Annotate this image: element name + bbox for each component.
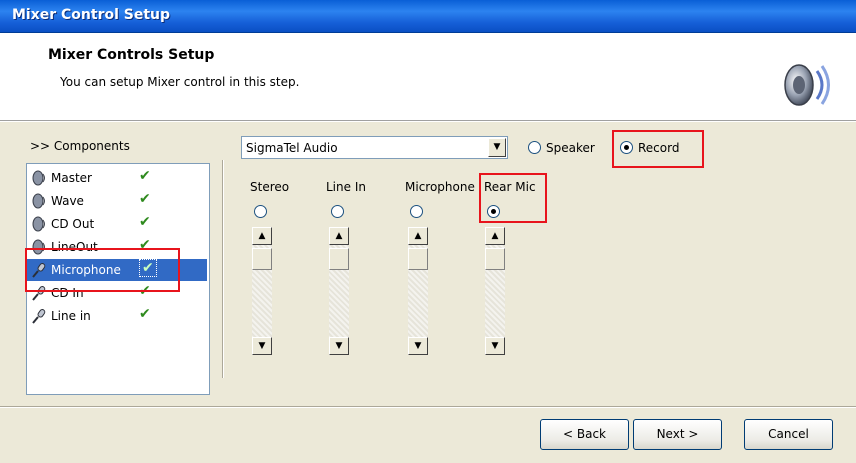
title-bar[interactable]: Mixer Control Setup	[0, 0, 856, 33]
chevron-down-icon[interactable]: ▼	[488, 138, 506, 157]
channel-label-line-in: Line In	[326, 180, 366, 194]
wizard-header: Mixer Controls Setup You can setup Mixer…	[0, 33, 856, 121]
cancel-button[interactable]: Cancel	[744, 419, 833, 450]
chevron-down-icon[interactable]: ▼	[408, 337, 428, 355]
speaker-icon	[32, 193, 45, 209]
slider-thumb[interactable]	[485, 248, 505, 270]
channel-label-stereo: Stereo	[250, 180, 290, 194]
highlight-box-microphone	[25, 248, 180, 292]
channel-radio-line-in[interactable]	[331, 205, 344, 218]
list-item-label: Line in	[51, 309, 91, 323]
speaker-icon	[32, 170, 45, 186]
speaker-radio[interactable]	[528, 141, 541, 154]
list-item-label: Wave	[51, 194, 84, 208]
chevron-down-icon[interactable]: ▼	[329, 337, 349, 355]
next-button[interactable]: Next >	[633, 419, 722, 450]
list-item-line-in[interactable]: Line in ✔	[27, 305, 207, 327]
channel-radio-stereo[interactable]	[254, 205, 267, 218]
chevron-up-icon[interactable]: ▲	[485, 227, 505, 245]
list-item-cd-out[interactable]: CD Out ✔	[27, 213, 207, 235]
slider-thumb[interactable]	[252, 248, 272, 270]
chevron-down-icon[interactable]: ▼	[252, 337, 272, 355]
list-item-label: CD Out	[51, 217, 95, 231]
volume-slider-microphone[interactable]: ▲ ▼	[408, 227, 428, 355]
slider-thumb[interactable]	[329, 248, 349, 270]
microphone-icon	[32, 309, 46, 324]
list-item-master[interactable]: Master ✔	[27, 167, 207, 189]
page-subtitle: You can setup Mixer control in this step…	[60, 75, 300, 89]
list-item-label: Master	[51, 171, 92, 185]
highlight-box-rear-mic	[479, 173, 547, 223]
speaker-icon	[784, 64, 830, 106]
chevron-down-icon[interactable]: ▼	[485, 337, 505, 355]
check-icon: ✔	[139, 191, 151, 207]
slider-thumb[interactable]	[408, 248, 428, 270]
check-icon: ✔	[139, 306, 151, 322]
device-select[interactable]: SigmaTel Audio ▼	[241, 136, 508, 159]
device-select-value: SigmaTel Audio	[246, 141, 338, 155]
volume-slider-stereo[interactable]: ▲ ▼	[252, 227, 272, 355]
page-title: Mixer Controls Setup	[48, 47, 215, 63]
window-title: Mixer Control Setup	[12, 7, 171, 23]
back-button[interactable]: < Back	[540, 419, 629, 450]
channel-label-microphone: Microphone	[405, 180, 475, 194]
list-item-wave[interactable]: Wave ✔	[27, 190, 207, 212]
speaker-icon	[32, 216, 45, 232]
check-icon: ✔	[139, 168, 151, 184]
components-label: >> Components	[30, 139, 130, 153]
footer-divider	[0, 406, 856, 408]
highlight-box-record	[612, 130, 704, 168]
check-icon: ✔	[139, 214, 151, 230]
volume-slider-rear-mic[interactable]: ▲ ▼	[485, 227, 505, 355]
chevron-up-icon[interactable]: ▲	[329, 227, 349, 245]
volume-slider-line-in[interactable]: ▲ ▼	[329, 227, 349, 355]
channel-radio-microphone[interactable]	[410, 205, 423, 218]
speaker-radio-label: Speaker	[546, 141, 595, 155]
panel-separator	[222, 160, 224, 378]
chevron-up-icon[interactable]: ▲	[252, 227, 272, 245]
chevron-up-icon[interactable]: ▲	[408, 227, 428, 245]
header-divider	[0, 121, 856, 122]
